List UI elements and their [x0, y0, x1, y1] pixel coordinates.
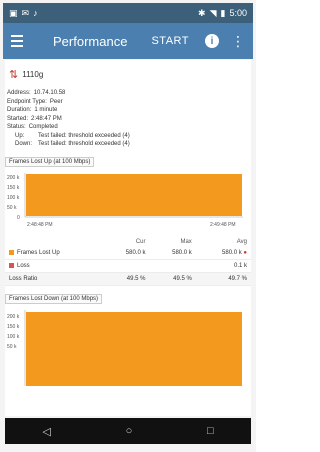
recents-icon[interactable]: □	[207, 425, 214, 437]
test-status-icon: ⇅	[9, 69, 19, 81]
navigation-bar: ◁ ○ □	[5, 418, 251, 444]
info-row-up: Up: Test failed: threshold exceeded (4)	[15, 132, 130, 139]
y-tick-label: 200 k	[7, 175, 20, 181]
wifi-icon: ◥	[209, 8, 217, 18]
bluetooth-icon: ✱	[198, 8, 206, 18]
stats-table: Cur Max Avg Frames Lost Up 580.0 k 580.0…	[5, 237, 251, 286]
chart-down-label: Frames Lost Down (at 100 Mbps)	[5, 293, 103, 304]
info-row-down: Down: Test failed: threshold exceeded (4)	[15, 141, 130, 147]
info-row-status: Status: Completed	[7, 124, 58, 130]
frames-lost-area	[26, 311, 242, 386]
app-bar: Performance START i ⋮	[3, 23, 253, 59]
series-swatch	[9, 249, 14, 255]
col-avg: Avg	[236, 238, 247, 245]
col-max: Max	[180, 238, 192, 245]
series-swatch	[9, 262, 14, 268]
chart-up: 200 k 150 k 100 k 50 k 0 2:48:48 PM 2:49…	[5, 171, 251, 233]
info-row-endpoint-type: Endpoint Type: Peer	[7, 98, 63, 105]
y-tick-label: 100 k	[7, 334, 20, 340]
y-tick-label: 50 k	[7, 205, 17, 211]
stats-header-row: Cur Max Avg	[5, 237, 251, 247]
hamburger-menu-icon[interactable]	[11, 32, 29, 50]
y-tick-label: 150 k	[7, 185, 20, 191]
battery-icon: ▮	[220, 8, 226, 18]
test-title: 1110g	[22, 70, 44, 79]
bell-icon: ♪	[33, 8, 38, 18]
image-icon: ▣	[9, 8, 18, 18]
clock-text: 5:00	[229, 8, 247, 18]
stats-row-loss[interactable]: Loss 0.1 k	[5, 259, 251, 273]
x-tick-label: 2:48:48 PM	[27, 222, 53, 228]
more-options-icon[interactable]: ⋮	[231, 34, 245, 48]
stats-row-frames-lost-up[interactable]: Frames Lost Up 580.0 k 580.0 k 580.0 k ●	[5, 246, 251, 260]
chart-up-label: Frames Lost Up (at 100 Mbps)	[5, 156, 95, 167]
x-tick-label: 2:49:48 PM	[210, 222, 236, 228]
back-icon[interactable]: ◁	[42, 425, 50, 438]
frames-lost-area	[26, 173, 242, 216]
y-tick-label: 0	[17, 215, 20, 221]
stats-row-loss-ratio[interactable]: Loss Ratio 49.5 % 49.5 % 49.7 %	[5, 272, 251, 286]
y-tick-label: 100 k	[7, 195, 20, 201]
y-tick-label: 200 k	[7, 314, 20, 320]
test-info: Address: 10.74.10.58 Endpoint Type: Peer D…	[5, 81, 251, 149]
start-button[interactable]: START	[151, 35, 189, 47]
home-icon[interactable]: ○	[126, 425, 133, 437]
performance-content: ⇅ 1110g Address: 10.74.10.58 Endpoint Typ…	[5, 60, 251, 416]
info-row-address: Address: 10.74.10.58	[7, 90, 66, 96]
info-row-started: Started: 2:48:47 PM	[7, 115, 62, 122]
app-title: Performance	[53, 33, 128, 49]
info-row-duration: Duration: 1 minute	[7, 107, 58, 113]
chart-up-svg: 200 k 150 k 100 k 50 k 0 2:48:48 PM 2:49…	[7, 172, 243, 228]
test-header: ⇅ 1110g	[5, 60, 251, 81]
status-icons: ▣ ✉ ♪	[9, 3, 38, 23]
alert-marker-icon: ●	[243, 249, 247, 256]
col-cur: Cur	[135, 238, 146, 245]
info-icon[interactable]: i	[205, 34, 219, 48]
chart-down-svg: 200 k 150 k 100 k 50 k	[7, 309, 242, 386]
y-tick-label: 50 k	[7, 344, 17, 350]
status-bar: ▣ ✉ ♪ ✱ ◥ ▮ 5:00	[3, 3, 253, 23]
y-tick-label: 150 k	[7, 324, 20, 330]
chart-down: 200 k 150 k 100 k 50 k	[5, 306, 251, 386]
status-right: ✱ ◥ ▮ 5:00	[198, 3, 247, 23]
message-icon: ✉	[21, 8, 30, 18]
